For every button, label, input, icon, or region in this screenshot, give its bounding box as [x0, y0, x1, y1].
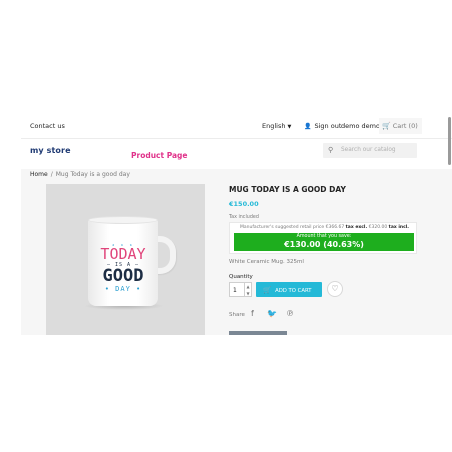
sign-out-label: Sign out — [314, 122, 342, 130]
facebook-icon[interactable]: f — [251, 309, 254, 318]
account-link[interactable]: demo demo — [341, 122, 380, 130]
savings-amount: €130.00 (40.63%) — [284, 240, 364, 249]
product-image[interactable]: ★ ★ ★ TODAY — IS A — GOOD • DAY • — [46, 184, 205, 335]
quantity-input[interactable]: 1 — [229, 282, 245, 297]
add-to-cart-label: ADD TO CART — [275, 288, 312, 294]
pinterest-icon[interactable]: ℗ — [286, 309, 294, 318]
msrp-mid: €320.00 — [367, 225, 388, 230]
msrp-tax-excl: tax excl. — [345, 225, 368, 230]
savings-banner: Amount that you save: €130.00 (40.63%) — [234, 233, 414, 251]
msrp-line: Manufacturer's suggested retail price €3… — [240, 225, 409, 230]
description-tab[interactable] — [229, 331, 287, 335]
product-info: MUG TODAY IS A GOOD DAY €150.00 Tax incl… — [229, 184, 419, 335]
mug-print: ★ ★ ★ TODAY — IS A — GOOD • DAY • — [88, 242, 158, 293]
cart-icon: 🛒 — [382, 122, 391, 130]
contact-us-link[interactable]: Contact us — [30, 122, 65, 130]
user-icon: 👤 — [304, 123, 312, 130]
mug-text-today: TODAY — [100, 245, 146, 263]
heart-icon: ♡ — [331, 284, 339, 293]
msrp-prefix: Manufacturer's suggested retail price €3… — [240, 225, 345, 230]
msrp-tax-incl: tax incl. — [388, 225, 409, 230]
breadcrumb-current: Mug Today is a good day — [55, 171, 130, 178]
product-description: White Ceramic Mug. 325ml — [229, 259, 304, 265]
savings-box: Manufacturer's suggested retail price €3… — [229, 222, 417, 254]
chevron-down-icon[interactable]: ▼ — [245, 290, 251, 297]
share-label: Share — [229, 312, 245, 318]
tax-label: Tax included — [229, 215, 259, 220]
search-input[interactable]: Search our catalog — [341, 147, 396, 153]
twitter-icon[interactable]: 🐦 — [267, 309, 277, 318]
search-bar[interactable]: ⚲ Search our catalog — [323, 143, 417, 158]
add-to-cart-button[interactable]: 🛒 ADD TO CART — [256, 282, 322, 297]
breadcrumb: Home / Mug Today is a good day — [30, 171, 130, 178]
breadcrumb-home[interactable]: Home — [30, 171, 48, 178]
chevron-up-icon[interactable]: ▲ — [245, 283, 251, 290]
cart-icon: 🛒 — [263, 286, 272, 294]
mug-rim — [88, 216, 158, 224]
product-price: €150.00 — [229, 200, 259, 208]
language-selector[interactable]: English ▼ — [262, 122, 291, 130]
product-title: MUG TODAY IS A GOOD DAY — [229, 185, 346, 194]
quantity-stepper[interactable]: ▲ ▼ — [245, 282, 252, 297]
language-label: English — [262, 122, 286, 130]
scrollbar[interactable] — [448, 117, 451, 165]
store-logo[interactable]: my store — [30, 146, 71, 155]
wishlist-button[interactable]: ♡ — [327, 281, 343, 297]
savings-label: Amount that you save: — [296, 234, 352, 239]
breadcrumb-separator: / — [50, 171, 53, 178]
site-header: my store Product Page ⚲ Search our catal… — [21, 139, 452, 169]
sign-out-link[interactable]: 👤 Sign out — [304, 122, 341, 130]
caret-down-icon: ▼ — [287, 124, 292, 130]
quantity-label: Quantity — [229, 274, 253, 280]
top-nav: Contact us English ▼ 👤 Sign out demo demo … — [21, 113, 452, 139]
page-type-badge: Product Page — [131, 151, 188, 160]
mug-text-good: GOOD — [102, 266, 144, 286]
screenshot-frame: Contact us English ▼ 👤 Sign out demo demo … — [21, 113, 452, 335]
mug-text-day: • DAY • — [104, 285, 142, 293]
cart-label: Cart (0) — [392, 122, 418, 130]
cart-button[interactable]: 🛒 Cart (0) — [379, 118, 422, 134]
search-icon[interactable]: ⚲ — [328, 146, 333, 154]
